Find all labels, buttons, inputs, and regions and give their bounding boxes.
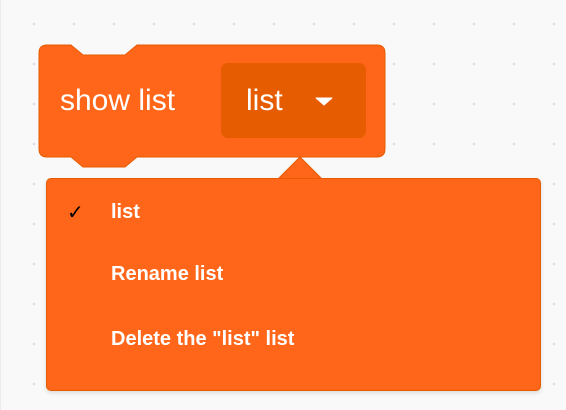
menu-item-rename-list[interactable]: Rename list bbox=[47, 254, 540, 294]
menu-item-delete-list[interactable]: Delete the "list" list bbox=[47, 319, 540, 359]
menu-item-list[interactable]: ✓ list bbox=[47, 192, 540, 232]
menu-item-label: Delete the "list" list bbox=[111, 328, 295, 350]
dropdown-value: list bbox=[246, 84, 283, 117]
list-dropdown-menu: ✓ list Rename list Delete the "list" lis… bbox=[46, 178, 541, 391]
checkmark-icon: ✓ bbox=[67, 200, 84, 224]
code-workspace[interactable]: show list list ✓ list Rename list Delete… bbox=[0, 0, 566, 410]
list-variable-dropdown[interactable]: list bbox=[221, 63, 366, 138]
caret-down-icon bbox=[315, 97, 333, 106]
dropdown-pointer bbox=[278, 156, 322, 180]
menu-item-label: list bbox=[111, 201, 140, 223]
show-list-block[interactable]: show list list bbox=[40, 45, 384, 157]
block-label: show list bbox=[60, 84, 176, 117]
menu-item-label: Rename list bbox=[111, 263, 224, 285]
